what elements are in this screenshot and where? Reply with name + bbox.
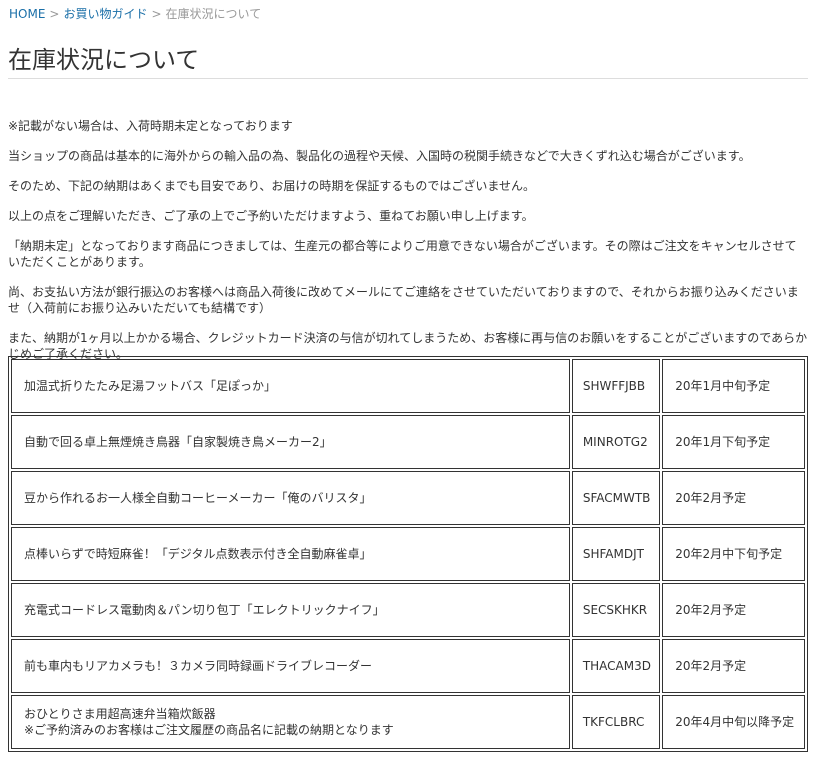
breadcrumb-current: 在庫状況について — [165, 7, 262, 21]
product-code-cell: SFACMWTB — [571, 471, 661, 525]
schedule-cell: 20年2月予定 — [662, 471, 805, 525]
page-title: 在庫状況について — [8, 46, 808, 79]
product-code-cell: SHWFFJBB — [571, 359, 661, 413]
breadcrumb-guide-link[interactable]: お買い物ガイド — [63, 7, 147, 21]
stock-table: 加温式折りたたみ足湯フットバス「足ぽっか」 SHWFFJBB 20年1月中旬予定… — [8, 356, 808, 752]
schedule-cell: 20年4月中旬以降予定 — [662, 695, 805, 749]
table-row: 点棒いらずで時短麻雀！「デジタル点数表示付き全自動麻雀卓」 SHFAMDJT 2… — [11, 527, 805, 581]
table-row: 充電式コードレス電動肉＆パン切り包丁「エレクトリックナイフ」 SECSKHKR … — [11, 583, 805, 637]
breadcrumb-separator: > — [151, 7, 162, 21]
product-name-cell: 充電式コードレス電動肉＆パン切り包丁「エレクトリックナイフ」 — [11, 583, 570, 637]
breadcrumb-separator: > — [49, 7, 60, 21]
product-name-cell: 自動で回る卓上無煙焼き鳥器「自家製焼き鳥メーカー2」 — [11, 415, 570, 469]
product-code-cell: TKFCLBRC — [571, 695, 661, 749]
product-name-cell: 加温式折りたたみ足湯フットバス「足ぽっか」 — [11, 359, 570, 413]
note-paragraph: 「納期未定」となっております商品につきましては、生産元の都合等によりご用意できな… — [8, 239, 797, 269]
table-row: 自動で回る卓上無煙焼き鳥器「自家製焼き鳥メーカー2」 MINROTG2 20年1… — [11, 415, 805, 469]
product-code-cell: SECSKHKR — [571, 583, 661, 637]
schedule-cell: 20年2月予定 — [662, 583, 805, 637]
table-row: 豆から作れるお一人様全自動コーヒーメーカー「俺のバリスタ」 SFACMWTB 2… — [11, 471, 805, 525]
product-code-cell: THACAM3D — [571, 639, 661, 693]
product-code-cell: SHFAMDJT — [571, 527, 661, 581]
schedule-cell: 20年1月中旬予定 — [662, 359, 805, 413]
note-paragraph: 尚、お支払い方法が銀行振込のお客様へは商品入荷後に改めてメールにてご連絡をさせて… — [8, 285, 799, 315]
product-name-cell: 点棒いらずで時短麻雀！「デジタル点数表示付き全自動麻雀卓」 — [11, 527, 570, 581]
product-name-cell: 前も車内もリアカメラも！３カメラ同時録画ドライブレコーダー — [11, 639, 570, 693]
note-paragraph: 当ショップの商品は基本的に海外からの輸入品の為、製品化の過程や天候、入国時の税関… — [8, 149, 751, 163]
breadcrumb-home-link[interactable]: HOME — [9, 7, 45, 21]
table-row: 加温式折りたたみ足湯フットバス「足ぽっか」 SHWFFJBB 20年1月中旬予定 — [11, 359, 805, 413]
product-reservation-note: ※ご予約済みのお客様はご注文履歴の商品名に記載の納期となります — [24, 723, 394, 737]
note-paragraph: 以上の点をご理解いただき、ご了承の上でご予約いただけますよう、重ねてお願い申し上… — [8, 209, 534, 223]
note-paragraph: そのため、下記の納期はあくまでも目安であり、お届けの時期を保証するものではござい… — [8, 179, 536, 193]
schedule-cell: 20年1月下旬予定 — [662, 415, 805, 469]
notes-section: ※記載がない場合は、入荷時期未定となっております 当ショップの商品は基本的に海外… — [8, 118, 808, 376]
product-name: おひとりさま用超高速弁当箱炊飯器 — [24, 707, 216, 721]
product-name-cell: 豆から作れるお一人様全自動コーヒーメーカー「俺のバリスタ」 — [11, 471, 570, 525]
schedule-cell: 20年2月中下旬予定 — [662, 527, 805, 581]
product-code-cell: MINROTG2 — [571, 415, 661, 469]
note-paragraph: ※記載がない場合は、入荷時期未定となっております — [8, 119, 293, 133]
table-row: 前も車内もリアカメラも！３カメラ同時録画ドライブレコーダー THACAM3D 2… — [11, 639, 805, 693]
breadcrumb: HOME > お買い物ガイド > 在庫状況について — [9, 5, 261, 22]
table-row: おひとりさま用超高速弁当箱炊飯器 ※ご予約済みのお客様はご注文履歴の商品名に記載の… — [11, 695, 805, 749]
schedule-cell: 20年2月予定 — [662, 639, 805, 693]
product-name-cell: おひとりさま用超高速弁当箱炊飯器 ※ご予約済みのお客様はご注文履歴の商品名に記載の… — [11, 695, 570, 749]
